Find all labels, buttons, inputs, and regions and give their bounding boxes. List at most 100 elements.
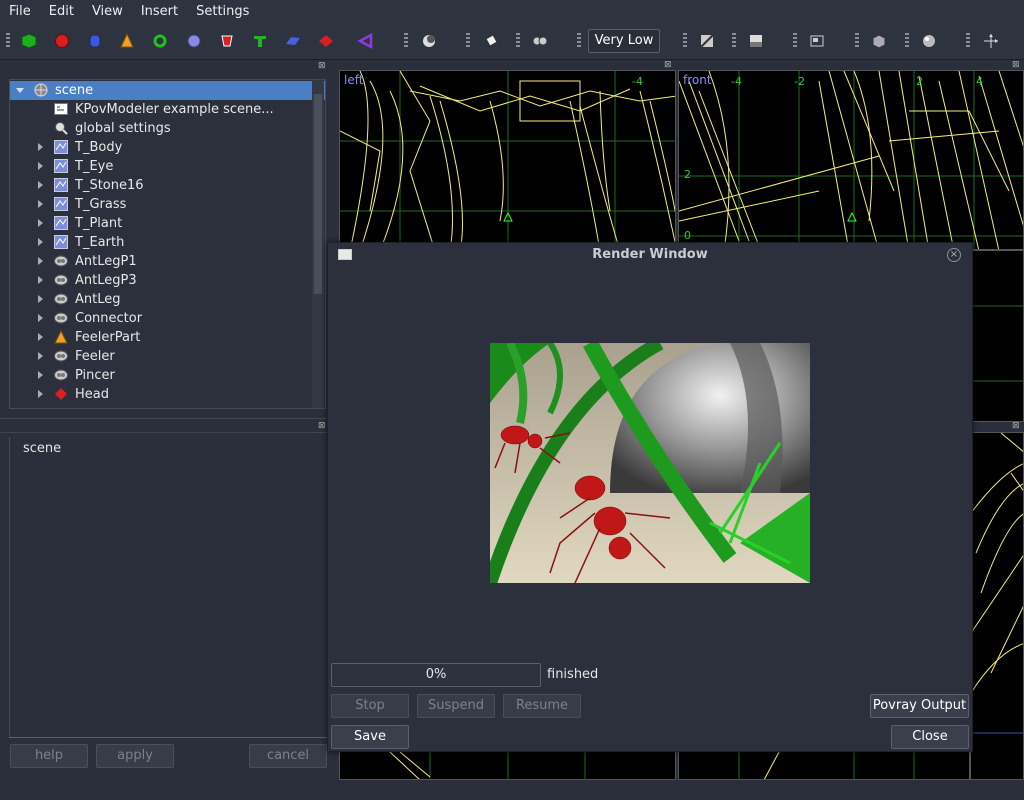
toolbar-handle[interactable] [855, 33, 859, 49]
resume-button[interactable]: Resume [503, 694, 581, 718]
tree-item-label: T_Body [75, 140, 123, 155]
toolbar-handle[interactable] [6, 33, 10, 49]
menu-file[interactable]: File [0, 4, 40, 19]
prism-icon[interactable] [251, 32, 269, 50]
cube-icon[interactable] [870, 32, 888, 50]
dock-controls[interactable]: ⊠ [318, 421, 326, 431]
expand-arrow-icon[interactable] [38, 295, 43, 303]
tree-item[interactable]: AntLeg [10, 290, 325, 309]
cancel-button[interactable]: cancel [249, 744, 327, 768]
menu-settings[interactable]: Settings [187, 4, 258, 19]
toolbar-handle[interactable] [466, 33, 470, 49]
expand-arrow-icon[interactable] [38, 276, 43, 284]
declare-icon [54, 273, 68, 287]
tree-scroll-thumb[interactable] [314, 94, 322, 294]
tree-item[interactable]: Feeler [10, 347, 325, 366]
tree-item[interactable]: T_Plant [10, 214, 325, 233]
toolbar-handle[interactable] [966, 33, 970, 49]
left-view[interactable]: left -4 [339, 70, 676, 250]
expand-arrow-icon[interactable] [38, 352, 43, 360]
axis-tick: -4 [632, 75, 643, 88]
lathe-icon[interactable] [218, 32, 236, 50]
dock-controls[interactable]: ⊠ [1012, 421, 1020, 431]
tree-item[interactable]: T_Eye [10, 157, 325, 176]
toolbar-handle[interactable] [905, 33, 909, 49]
dock-controls[interactable]: ⊠ [664, 60, 672, 70]
save-button[interactable]: Save [331, 725, 409, 749]
collapse-arrow-icon[interactable] [16, 88, 24, 93]
box-icon[interactable] [20, 32, 38, 50]
tree-item[interactable]: T_Stone16 [10, 176, 325, 195]
apply-button[interactable]: apply [96, 744, 174, 768]
tree-item[interactable]: T_Earth [10, 233, 325, 252]
expand-arrow-icon[interactable] [38, 257, 43, 265]
top-view[interactable] [970, 250, 1024, 422]
tree-item[interactable]: KPovModeler example scene... [10, 100, 325, 119]
menu-edit[interactable]: Edit [40, 4, 83, 19]
csg-icon[interactable] [420, 32, 438, 50]
front-view[interactable]: front -4 -2 2 4 2 0 [678, 70, 1024, 250]
tree-item[interactable]: AntLegP3 [10, 271, 325, 290]
help-button[interactable]: help [10, 744, 88, 768]
tree-item[interactable]: AntLegP1 [10, 252, 325, 271]
expand-arrow-icon[interactable] [38, 162, 43, 170]
render-quality-select[interactable]: Very Low [588, 29, 660, 53]
toolbar-handle[interactable] [577, 33, 581, 49]
toolbar-handle[interactable] [516, 33, 520, 49]
toolbar-handle[interactable] [404, 33, 408, 49]
layout-icon[interactable] [808, 32, 826, 50]
axis-tick: 2 [684, 168, 691, 181]
stop-button[interactable]: Stop [331, 694, 409, 718]
close-button[interactable]: Close [891, 725, 969, 749]
texture-icon [54, 159, 68, 173]
torus-icon[interactable] [151, 32, 169, 50]
tree-item[interactable]: global settings [10, 119, 325, 138]
move-icon[interactable] [982, 32, 1000, 50]
menu-view[interactable]: View [83, 4, 132, 19]
expand-arrow-icon[interactable] [38, 390, 43, 398]
tree-item[interactable]: Head [10, 385, 325, 404]
triangle-icon[interactable] [356, 32, 374, 50]
tree-item[interactable]: Pincer [10, 366, 325, 385]
render-view-icon[interactable] [698, 32, 716, 50]
expand-arrow-icon[interactable] [38, 219, 43, 227]
tree-item-label: AntLegP1 [75, 254, 137, 269]
tree-item[interactable]: T_Grass [10, 195, 325, 214]
bottom-right-view[interactable] [678, 752, 970, 780]
close-icon[interactable]: × [947, 248, 961, 262]
dock-controls[interactable]: ⊠ [1012, 60, 1020, 70]
expand-arrow-icon[interactable] [38, 181, 43, 189]
tree-item[interactable]: T_Body [10, 138, 325, 157]
expand-arrow-icon[interactable] [38, 333, 43, 341]
tree-item-label: AntLegP3 [75, 273, 137, 288]
bottom-left-view[interactable] [339, 752, 676, 780]
render-icon[interactable] [747, 32, 765, 50]
povray-output-button[interactable]: Povray Output [870, 694, 969, 718]
tree-scrollbar[interactable] [312, 80, 324, 408]
transform-icon[interactable] [482, 32, 500, 50]
left-view-label: left [344, 73, 364, 87]
camera-view[interactable] [970, 432, 1024, 780]
menu-insert[interactable]: Insert [132, 4, 187, 19]
camera-icon[interactable] [531, 32, 549, 50]
material-icon[interactable] [920, 32, 938, 50]
disc-icon[interactable] [317, 32, 335, 50]
expand-arrow-icon[interactable] [38, 371, 43, 379]
toolbar-handle[interactable] [683, 33, 687, 49]
cone-icon[interactable] [118, 32, 136, 50]
toolbar-handle[interactable] [732, 33, 736, 49]
sphere-icon[interactable] [53, 32, 71, 50]
expand-arrow-icon[interactable] [38, 200, 43, 208]
tree-item[interactable]: scene [10, 81, 325, 100]
plane-icon[interactable] [284, 32, 302, 50]
toolbar-handle[interactable] [793, 33, 797, 49]
cylinder-icon[interactable] [86, 32, 104, 50]
tree-item[interactable]: Connector [10, 309, 325, 328]
expand-arrow-icon[interactable] [38, 238, 43, 246]
expand-arrow-icon[interactable] [38, 314, 43, 322]
expand-arrow-icon[interactable] [38, 143, 43, 151]
suspend-button[interactable]: Suspend [417, 694, 495, 718]
tree-item[interactable]: FeelerPart [10, 328, 325, 347]
blob-icon[interactable] [185, 32, 203, 50]
dock-controls[interactable]: ⊠ [318, 61, 326, 71]
